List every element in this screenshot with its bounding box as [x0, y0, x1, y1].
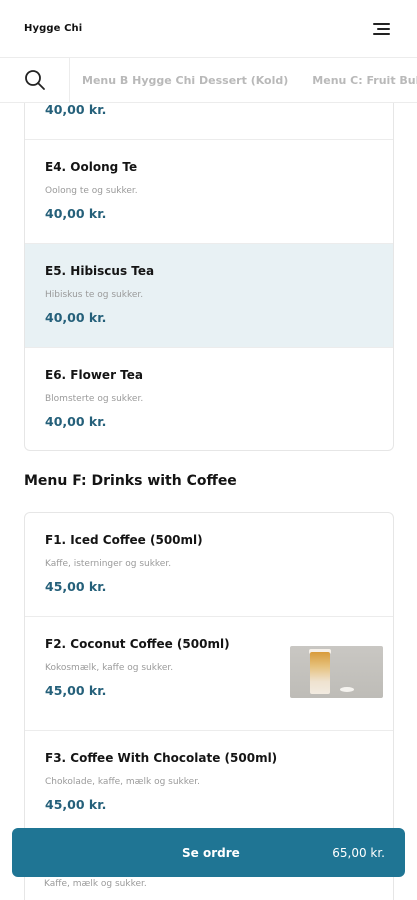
- tab-menu-c[interactable]: Menu C: Fruit Bubble: [300, 58, 417, 102]
- hamburger-menu-icon[interactable]: [369, 17, 393, 41]
- section-title-menu-f: Menu F: Drinks with Coffee: [24, 473, 237, 489]
- order-button-label: Se ordre: [182, 845, 240, 860]
- menu-item-e4[interactable]: E4. Oolong Te Oolong te og sukker. 40,00…: [25, 140, 393, 244]
- menu-content: 40,00 kr. E4. Oolong Te Oolong te og suk…: [0, 103, 417, 900]
- menu-item-e5[interactable]: E5. Hibiscus Tea Hibiskus te og sukker. …: [25, 244, 393, 348]
- item-description: Kaffe, mælk og sukker.: [44, 879, 147, 889]
- item-name: F2. Coconut Coffee (500ml): [45, 637, 230, 651]
- top-header: Hygge Chi: [0, 0, 417, 58]
- item-price: 40,00 kr.: [45, 103, 107, 117]
- item-description: Chokolade, kaffe, mælk og sukker.: [45, 777, 200, 787]
- item-name: F3. Coffee With Chocolate (500ml): [45, 751, 278, 765]
- item-price: 45,00 kr.: [45, 683, 107, 698]
- brand-name[interactable]: Hygge Chi: [24, 23, 82, 34]
- item-name: F1. Iced Coffee (500ml): [45, 533, 203, 547]
- item-name: E6. Flower Tea: [45, 368, 143, 382]
- search-button[interactable]: [0, 58, 70, 102]
- search-icon: [24, 70, 45, 90]
- item-description: Hibiskus te og sukker.: [45, 290, 144, 300]
- item-name: E4. Oolong Te: [45, 160, 138, 174]
- item-price: 40,00 kr.: [45, 310, 107, 325]
- menu-item-f1[interactable]: F1. Iced Coffee (500ml) Kaffe, isterning…: [25, 513, 393, 617]
- tab-menu-b[interactable]: Menu B Hygge Chi Dessert (Kold): [70, 58, 300, 102]
- item-price: 45,00 kr.: [45, 797, 107, 812]
- menu-item-e3[interactable]: 40,00 kr.: [25, 103, 393, 140]
- order-total: 65,00 kr.: [332, 845, 385, 860]
- menu-item-f2[interactable]: F2. Coconut Coffee (500ml) Kokosmælk, ka…: [25, 617, 393, 731]
- item-price: 40,00 kr.: [45, 414, 107, 429]
- item-price: 45,00 kr.: [45, 579, 107, 594]
- item-description: Oolong te og sukker.: [45, 186, 138, 196]
- item-description: Kaffe, isterninger og sukker.: [45, 559, 172, 569]
- item-description: Blomsterte og sukker.: [45, 394, 144, 404]
- coconut-coffee-image[interactable]: [290, 646, 383, 698]
- menu-e-card: 40,00 kr. E4. Oolong Te Oolong te og suk…: [24, 103, 394, 451]
- menu-item-e6[interactable]: E6. Flower Tea Blomsterte og sukker. 40,…: [25, 348, 393, 450]
- item-name: E5. Hibiscus Tea: [45, 264, 155, 278]
- category-nav: Menu B Hygge Chi Dessert (Kold) Menu C: …: [0, 58, 417, 103]
- view-order-button[interactable]: Se ordre 65,00 kr.: [12, 828, 405, 877]
- item-description: Kokosmælk, kaffe og sukker.: [45, 663, 174, 673]
- item-price: 40,00 kr.: [45, 206, 107, 221]
